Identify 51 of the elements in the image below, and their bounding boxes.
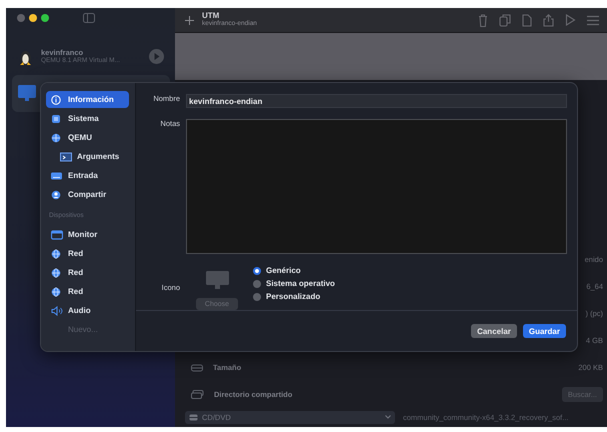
document-icon[interactable] <box>522 14 532 26</box>
radio-label[interactable]: Sistema operativo <box>266 279 335 288</box>
minimize-button[interactable] <box>29 14 37 22</box>
menu-icon[interactable] <box>587 14 599 26</box>
add-icon[interactable] <box>185 16 194 24</box>
window-title: UTM <box>202 12 220 20</box>
globe-icon <box>51 286 63 296</box>
chip-icon <box>51 114 63 124</box>
cancel-button[interactable]: Cancelar <box>471 324 517 338</box>
settings-nav-item[interactable]: Red <box>46 282 129 301</box>
monitor-icon <box>18 85 36 102</box>
settings-nav-item[interactable]: QEMU <box>46 128 129 147</box>
name-field[interactable]: kevinfranco-endian <box>186 94 567 108</box>
copy-icon[interactable] <box>499 14 511 26</box>
radio-button[interactable] <box>253 292 261 300</box>
keyboard-icon <box>51 170 63 180</box>
radio-label[interactable]: Personalizado <box>266 292 320 301</box>
person-icon <box>51 190 63 200</box>
display-icon <box>51 230 63 240</box>
radio-label[interactable]: Genérico <box>266 266 301 275</box>
sidebar-icon[interactable] <box>83 12 95 22</box>
globe-icon <box>51 132 63 142</box>
play-icon[interactable] <box>149 49 164 64</box>
settings-nav-item[interactable]: Audio <box>46 301 129 320</box>
settings-nav-item[interactable]: Sistema <box>46 109 129 128</box>
radio-button[interactable] <box>253 266 261 274</box>
settings-nav-item[interactable]: Red <box>46 263 129 282</box>
zoom-button[interactable] <box>41 14 49 22</box>
chevron-icon <box>385 415 391 419</box>
globe-icon <box>51 248 63 258</box>
settings-nav-item[interactable]: Compartir <box>46 185 129 204</box>
radio-button[interactable] <box>253 280 261 288</box>
share-icon[interactable] <box>543 14 554 26</box>
settings-nav-item[interactable]: Arguments <box>46 147 129 166</box>
disc-drive-icon <box>189 414 198 420</box>
settings-nav-item[interactable]: Monitor <box>46 225 129 244</box>
globe-icon <box>51 268 63 278</box>
play-icon[interactable] <box>565 14 576 26</box>
settings-nav-item[interactable]: Entrada <box>46 166 129 185</box>
terminal-icon <box>60 152 72 162</box>
close-button[interactable] <box>17 14 25 22</box>
drive-icon <box>191 363 203 372</box>
trash-icon[interactable] <box>478 14 488 26</box>
info-icon <box>51 94 63 104</box>
notes-field[interactable] <box>186 119 567 254</box>
speaker-icon <box>51 306 63 316</box>
save-button[interactable]: Guardar <box>522 324 566 338</box>
monitor-icon <box>206 271 228 289</box>
settings-nav-item[interactable]: Información <box>46 91 129 108</box>
drives-icon <box>191 390 204 399</box>
settings-nav-item[interactable]: Red <box>46 244 129 263</box>
